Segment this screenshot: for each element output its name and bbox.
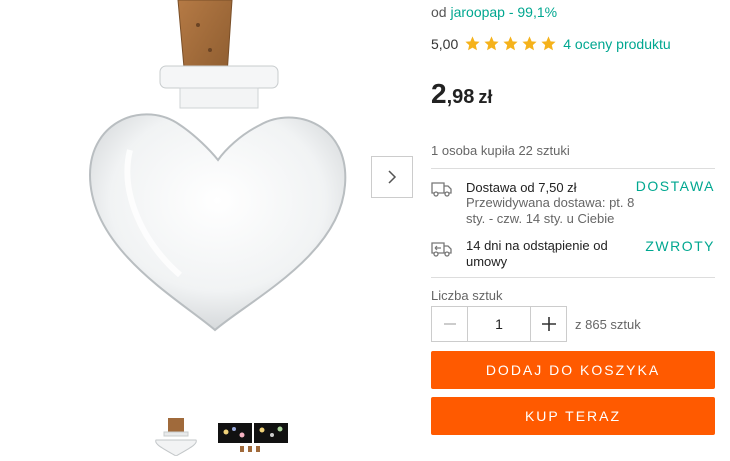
- divider: [431, 168, 715, 169]
- delivery-title: Dostawa od 7,50 zł: [466, 180, 577, 195]
- add-to-cart-button[interactable]: DODAJ DO KOSZYKA: [431, 351, 715, 389]
- buy-now-button[interactable]: KUP TERAZ: [431, 397, 715, 435]
- rating-stars: [464, 35, 557, 52]
- rating-score: 5,00: [431, 35, 459, 52]
- chevron-right-icon: [388, 170, 397, 184]
- returns-link[interactable]: ZWROTY: [645, 238, 715, 254]
- price-currency: zł: [478, 87, 493, 107]
- price: 2,98 zł: [431, 78, 492, 110]
- price-integer: 2: [431, 78, 447, 109]
- delivery-link[interactable]: DOSTAWA: [636, 178, 715, 194]
- gallery-thumbnail[interactable]: [150, 418, 202, 456]
- gallery-thumbnail[interactable]: [218, 418, 288, 456]
- returns-title: 14 dni na odstąpienie od umowy: [466, 238, 608, 269]
- seller-prefix: od: [431, 4, 447, 20]
- star-icon: [484, 36, 499, 51]
- seller-link[interactable]: jaroopap - 99,1%: [450, 4, 557, 20]
- truck-icon: [431, 182, 452, 197]
- minus-icon: [443, 323, 456, 325]
- star-icon: [465, 36, 480, 51]
- purchase-count: 1 osoba kupiła 22 sztuki: [431, 143, 570, 158]
- quantity-input[interactable]: 1: [468, 306, 530, 342]
- star-icon: [541, 36, 556, 51]
- return-truck-icon: [431, 242, 452, 257]
- divider: [431, 277, 715, 278]
- product-main-image[interactable]: [60, 0, 360, 360]
- seller-line: od jaroopap - 99,1%: [431, 4, 557, 20]
- price-decimal: ,98: [446, 86, 475, 108]
- reviews-link[interactable]: 4 oceny produktu: [563, 36, 670, 52]
- quantity-increase-button[interactable]: [530, 306, 567, 342]
- quantity-stepper: 1 z 865 sztuk: [431, 306, 641, 342]
- quantity-decrease-button[interactable]: [431, 306, 468, 342]
- quantity-label: Liczba sztuk: [431, 288, 503, 303]
- quantity-available: z 865 sztuk: [575, 316, 641, 332]
- star-icon: [503, 36, 518, 51]
- rating: 5,00 4 oceny produktu: [431, 35, 671, 52]
- gallery-next-button[interactable]: [371, 156, 413, 198]
- plus-icon: [541, 317, 556, 331]
- star-icon: [522, 36, 537, 51]
- delivery-estimate: Przewidywana dostawa: pt. 8 sty. - czw. …: [466, 195, 635, 226]
